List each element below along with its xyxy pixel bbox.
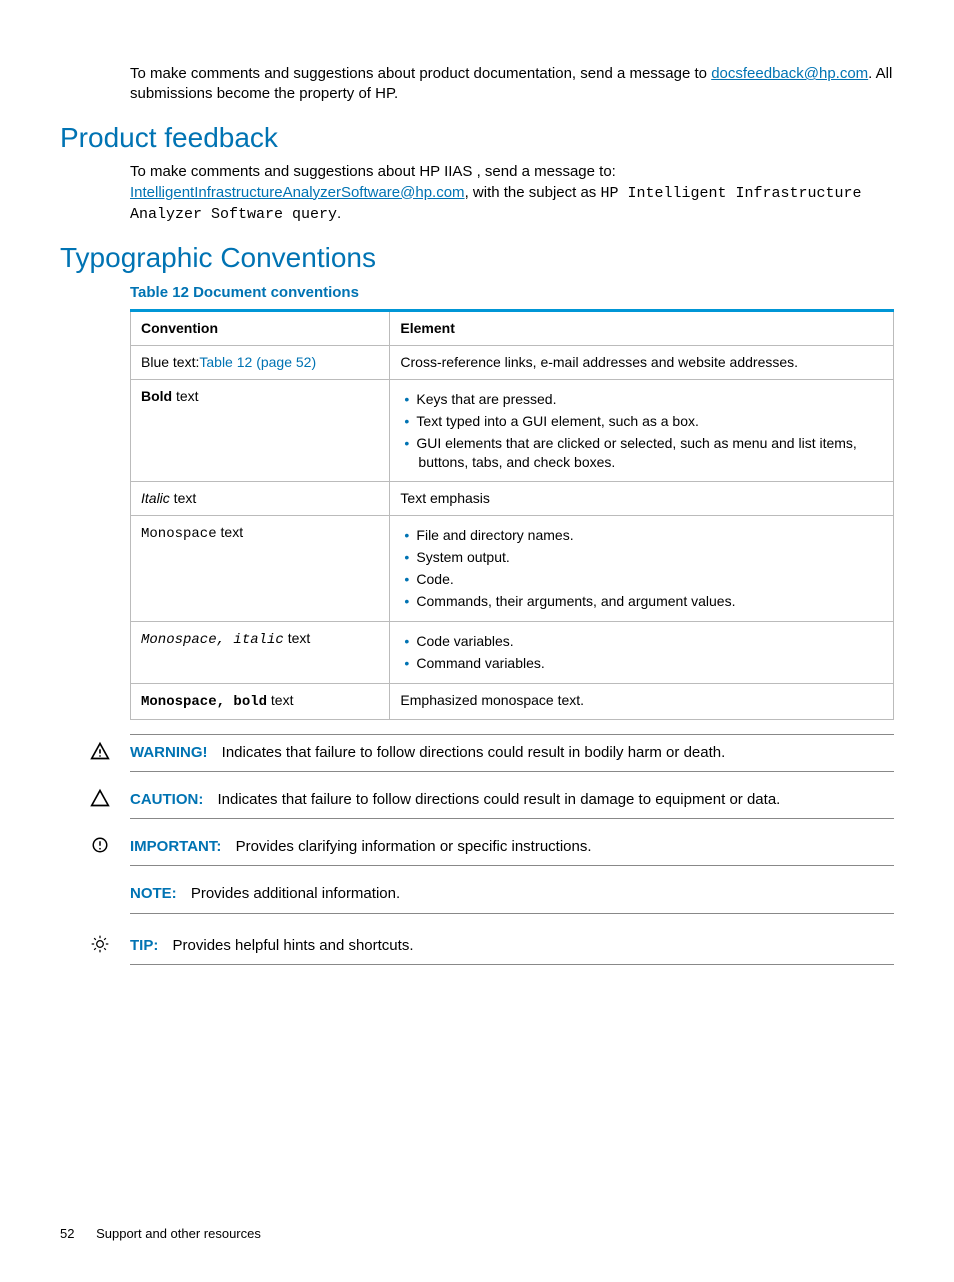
r6-elem: Emphasized monospace text. [390, 683, 894, 719]
caution-label: CAUTION: [130, 791, 203, 808]
blue-text-label: Blue text: [141, 354, 199, 370]
italic-label: Italic [141, 490, 170, 506]
list-item: Command variables. [418, 654, 883, 673]
pf-text-a: To make comments and suggestions about H… [130, 163, 616, 180]
italic-after: text [170, 490, 196, 506]
xref-table12[interactable]: Table 12 (page 52) [199, 354, 316, 370]
mono-bold-after: text [267, 692, 293, 708]
product-feedback-heading: Product feedback [60, 119, 894, 157]
table-header-row: Convention Element [131, 311, 894, 346]
r4-list: File and directory names. System output.… [400, 526, 883, 611]
warning-text: Indicates that failure to follow directi… [222, 744, 726, 761]
mono-bold-label: Monospace, bold [141, 694, 267, 710]
list-item: Code. [418, 570, 883, 589]
typographic-heading: Typographic Conventions [60, 239, 894, 277]
list-item: System output. [418, 548, 883, 567]
iias-email-link[interactable]: IntelligentInfrastructureAnalyzerSoftwar… [130, 184, 465, 201]
list-item: GUI elements that are clicked or selecte… [418, 434, 883, 472]
pf-text-b: , with the subject as [465, 184, 601, 201]
list-item: File and directory names. [418, 526, 883, 545]
table-row: Monospace, italic text Code variables. C… [131, 621, 894, 683]
important-icon [90, 835, 110, 855]
page-number: 52 [60, 1225, 74, 1243]
pf-text-c: . [337, 205, 341, 222]
product-feedback-body: To make comments and suggestions about H… [130, 162, 894, 225]
r1-elem: Cross-reference links, e-mail addresses … [390, 345, 894, 379]
footer-section: Support and other resources [96, 1226, 261, 1241]
tip-admonition: TIP: Provides helpful hints and shortcut… [130, 928, 894, 965]
list-item: Text typed into a GUI element, such as a… [418, 412, 883, 431]
mono-label: Monospace [141, 526, 217, 542]
table-row: Monospace text File and directory names.… [131, 516, 894, 622]
page-footer: 52 Support and other resources [60, 1225, 894, 1243]
note-label: NOTE: [130, 885, 177, 902]
docsfeedback-link[interactable]: docsfeedback@hp.com [711, 65, 868, 82]
warning-icon [90, 741, 110, 761]
caution-icon [90, 788, 110, 808]
tip-text: Provides helpful hints and shortcuts. [173, 937, 414, 954]
conventions-table: Convention Element Blue text:Table 12 (p… [130, 309, 894, 719]
th-convention: Convention [131, 311, 390, 346]
bold-label: Bold [141, 388, 172, 404]
note-admonition: NOTE: Provides additional information. [130, 876, 894, 913]
intro-paragraph: To make comments and suggestions about p… [130, 64, 894, 105]
tip-icon [90, 934, 110, 954]
table-row: Italic text Text emphasis [131, 482, 894, 516]
list-item: Code variables. [418, 632, 883, 651]
table-12-title: Table 12 Document conventions [130, 283, 894, 303]
caution-text: Indicates that failure to follow directi… [218, 791, 781, 808]
tip-label: TIP: [130, 937, 158, 954]
r5-list: Code variables. Command variables. [400, 632, 883, 673]
th-element: Element [390, 311, 894, 346]
mono-italic-label: Monospace, italic [141, 632, 284, 648]
r2-list: Keys that are pressed. Text typed into a… [400, 390, 883, 472]
intro-text-a: To make comments and suggestions about p… [130, 65, 711, 82]
list-item: Keys that are pressed. [418, 390, 883, 409]
important-admonition: IMPORTANT: Provides clarifying informati… [130, 829, 894, 866]
r3-elem: Text emphasis [390, 482, 894, 516]
bold-after: text [172, 388, 198, 404]
warning-admonition: WARNING! Indicates that failure to follo… [130, 734, 894, 772]
important-text: Provides clarifying information or speci… [236, 838, 592, 855]
table-row: Monospace, bold text Emphasized monospac… [131, 683, 894, 719]
list-item: Commands, their arguments, and argument … [418, 592, 883, 611]
table-row: Blue text:Table 12 (page 52) Cross-refer… [131, 345, 894, 379]
mono-after: text [217, 524, 243, 540]
note-text: Provides additional information. [191, 885, 400, 902]
important-label: IMPORTANT: [130, 838, 221, 855]
caution-admonition: CAUTION: Indicates that failure to follo… [130, 782, 894, 819]
table-row: Bold text Keys that are pressed. Text ty… [131, 379, 894, 482]
warning-label: WARNING! [130, 744, 208, 761]
mono-italic-after: text [284, 630, 310, 646]
